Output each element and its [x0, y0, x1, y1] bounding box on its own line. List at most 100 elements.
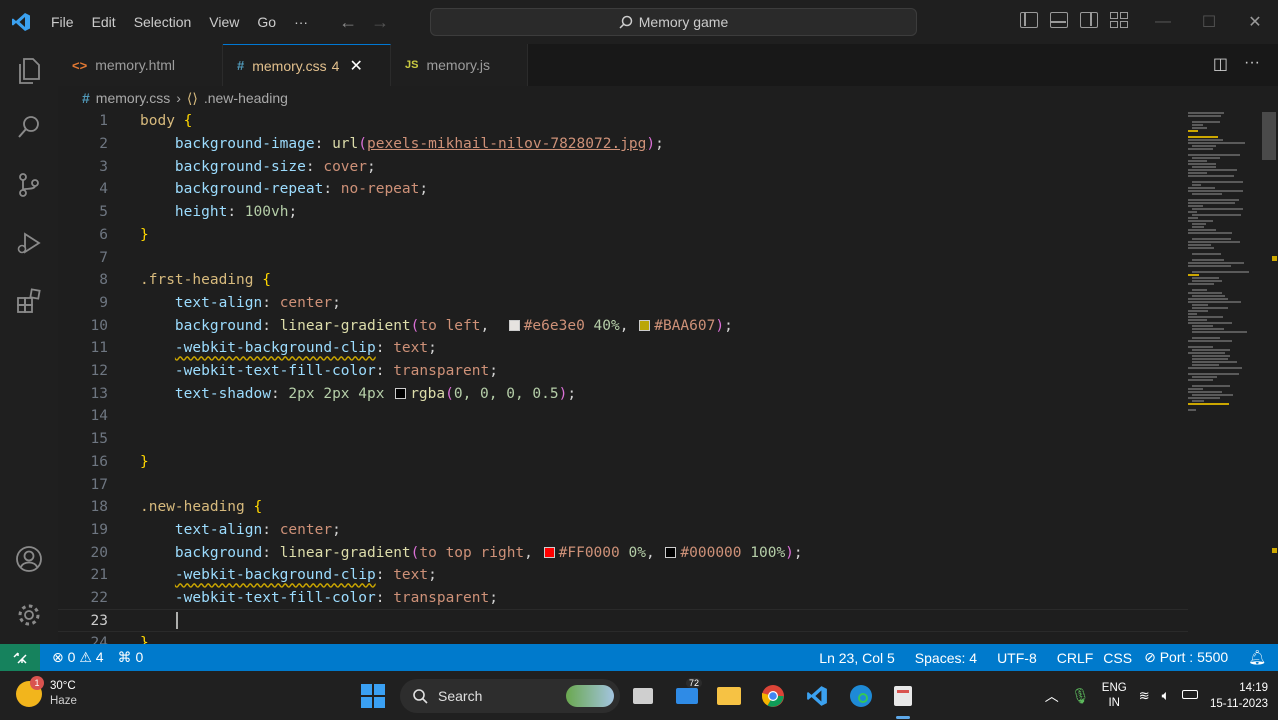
warning-marker: [1272, 256, 1277, 261]
customize-layout-icon[interactable]: [1110, 12, 1128, 28]
battery-icon[interactable]: [1182, 689, 1199, 702]
source-control-icon[interactable]: [14, 170, 44, 200]
tab-memory-css[interactable]: # memory.css 4 ✕: [223, 44, 391, 86]
minimap-line: [1188, 142, 1245, 144]
code-line: 3 background-size: cover;: [58, 155, 1188, 178]
value: text: [393, 567, 429, 584]
edge-icon[interactable]: [848, 683, 874, 709]
url-link[interactable]: pexels-mikhail-nilov-7828072.jpg: [367, 136, 646, 152]
split-editor-icon[interactable]: ◫: [1213, 54, 1228, 74]
language-mode[interactable]: CSS: [1103, 650, 1132, 666]
minimap-line: [1188, 163, 1216, 165]
active-app-icon[interactable]: [890, 683, 916, 719]
close-tab-icon[interactable]: ✕: [349, 56, 362, 76]
language-indicator[interactable]: ENG IN: [1102, 681, 1127, 711]
windows-taskbar: 1 30°C Haze Search 72 ︿ 🎙︎ ENG IN ≋ 🔈︎ 14:…: [0, 671, 1278, 720]
menu-file[interactable]: File: [42, 0, 83, 44]
brace: }: [140, 453, 149, 470]
property: -webkit-text-fill-color: [174, 590, 376, 607]
minimap-line: [1188, 229, 1216, 231]
breadcrumb-symbol[interactable]: .new-heading: [204, 90, 288, 106]
show-hidden-icons-chevron-icon[interactable]: ︿: [1045, 686, 1059, 706]
menu-selection[interactable]: Selection: [125, 0, 201, 44]
color-swatch[interactable]: [395, 387, 407, 399]
search-view-icon[interactable]: [14, 112, 44, 142]
minimap-line: [1192, 259, 1224, 261]
minimap-line: [1188, 136, 1218, 138]
property: text-align: [174, 521, 263, 538]
menu-edit[interactable]: Edit: [83, 0, 125, 44]
toggle-panel-icon[interactable]: [1050, 12, 1068, 28]
line-number: 1: [99, 113, 108, 130]
toggle-primary-sidebar-icon[interactable]: [1020, 12, 1038, 28]
search-highlight-image: [566, 685, 614, 707]
accounts-icon[interactable]: [14, 544, 44, 574]
run-debug-icon[interactable]: [14, 228, 44, 258]
menu-more[interactable]: ···: [285, 0, 317, 44]
brace: {: [183, 113, 193, 130]
error-icon: ⊗: [52, 649, 64, 665]
vscode-taskbar-icon[interactable]: [804, 683, 830, 709]
color-swatch[interactable]: [508, 319, 520, 331]
minimap-line: [1192, 271, 1249, 273]
minimap-line: [1192, 328, 1224, 330]
color-swatch[interactable]: [543, 546, 555, 558]
live-server-port[interactable]: ⊘ Port : 5500: [1144, 649, 1228, 666]
toggle-secondary-sidebar-icon[interactable]: [1080, 12, 1098, 28]
end-of-line[interactable]: CRLF: [1057, 650, 1094, 666]
volume-icon[interactable]: 🔈︎: [1162, 687, 1170, 704]
color-swatch[interactable]: [639, 319, 651, 331]
microphone-icon[interactable]: 🎙︎: [1071, 687, 1090, 705]
ports-indicator[interactable]: ⌘ 0: [118, 649, 144, 666]
forward-arrow-icon[interactable]: →: [371, 12, 389, 33]
minimap-line: [1192, 295, 1225, 297]
windows-start-icon[interactable]: [360, 683, 386, 714]
encoding[interactable]: UTF-8: [997, 650, 1037, 666]
weather-widget[interactable]: 1 30°C Haze: [16, 676, 77, 709]
color-swatch[interactable]: [665, 546, 677, 558]
property: text-align: [174, 294, 263, 311]
mail-icon[interactable]: 72: [674, 678, 703, 709]
more-actions-icon[interactable]: ···: [1244, 54, 1260, 74]
remote-indicator-icon[interactable]: [0, 644, 40, 671]
vertical-scrollbar[interactable]: [1262, 110, 1278, 644]
menu-go[interactable]: Go: [248, 0, 285, 44]
back-arrow-icon[interactable]: ←: [339, 12, 357, 33]
minimap-line: [1192, 376, 1217, 378]
task-view-icon[interactable]: [630, 683, 656, 709]
maximize-icon[interactable]: ☐: [1186, 12, 1232, 32]
menu-view[interactable]: View: [200, 0, 248, 44]
function: linear-gradient: [279, 544, 411, 561]
close-window-icon[interactable]: ✕: [1232, 12, 1278, 32]
explorer-icon[interactable]: [14, 56, 44, 86]
minimap-line: [1188, 298, 1228, 300]
line-number: 8: [99, 272, 108, 289]
tab-memory-js[interactable]: JS memory.js: [391, 44, 528, 86]
breadcrumb-file[interactable]: memory.css: [96, 90, 170, 106]
extensions-icon[interactable]: [14, 286, 44, 316]
indentation[interactable]: Spaces: 4: [915, 650, 977, 666]
line-number: 21: [90, 567, 108, 584]
clock-time: 14:19: [1239, 681, 1268, 694]
color-value: #FF0000: [558, 544, 620, 561]
clock[interactable]: 14:19 15-11-2023: [1210, 680, 1268, 712]
minimap-line: [1188, 139, 1223, 141]
chrome-icon[interactable]: [760, 683, 786, 709]
minimize-icon[interactable]: —: [1140, 13, 1186, 31]
function: url: [332, 136, 359, 153]
file-explorer-icon[interactable]: [716, 683, 742, 709]
cursor-position[interactable]: Ln 23, Col 5: [819, 650, 895, 666]
minimap-line: [1188, 211, 1197, 213]
notifications-bell-icon[interactable]: 🔔︎: [1248, 649, 1266, 666]
problems-indicator[interactable]: ⊗ 0 ⚠ 4: [52, 649, 104, 666]
line-number: 19: [90, 521, 108, 538]
tab-memory-html[interactable]: <> memory.html: [58, 44, 223, 86]
wifi-icon[interactable]: ≋: [1139, 688, 1150, 704]
settings-gear-icon[interactable]: [14, 600, 44, 630]
minimap[interactable]: [1186, 110, 1262, 420]
code-editor[interactable]: 1 body { 2 background-image: url(pexels-m…: [58, 110, 1188, 644]
command-center-search[interactable]: Memory game: [430, 8, 917, 36]
weather-sun-icon: 1: [16, 676, 44, 707]
scrollbar-thumb[interactable]: [1262, 112, 1276, 160]
taskbar-search[interactable]: Search: [400, 679, 620, 713]
